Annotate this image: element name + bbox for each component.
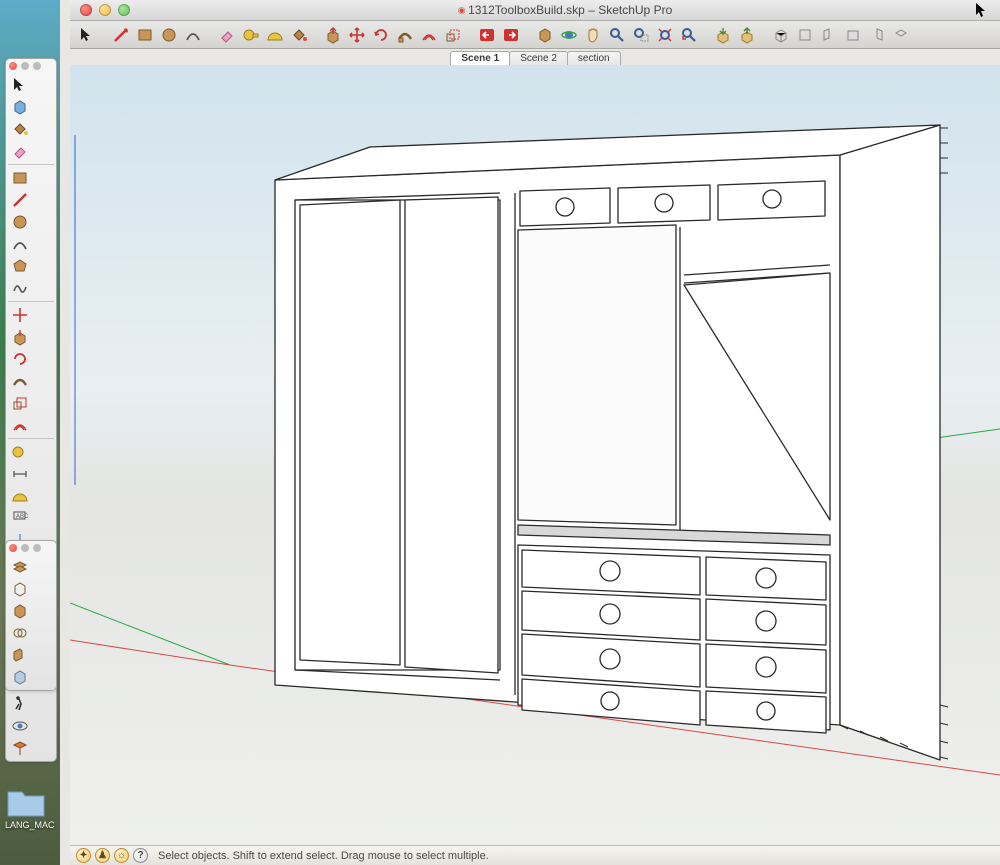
palette-close-button[interactable] xyxy=(9,62,17,70)
make-component-tool[interactable] xyxy=(8,96,32,118)
pan-tool[interactable] xyxy=(582,24,604,46)
folder-label: LANG_MAC xyxy=(5,820,55,830)
eraser-tool[interactable] xyxy=(216,24,238,46)
circle-tool[interactable] xyxy=(158,24,180,46)
pushpull-tool[interactable] xyxy=(8,326,32,348)
arc-tool[interactable] xyxy=(182,24,204,46)
palette-close-button[interactable] xyxy=(9,544,17,552)
dimension-tool[interactable] xyxy=(8,463,32,485)
credits-button[interactable]: ♟ xyxy=(95,848,110,863)
palette-minimize-button[interactable] xyxy=(21,62,29,70)
scale-tool[interactable] xyxy=(8,392,32,414)
window-titlebar: 1312ToolboxBuild.skp – SketchUp Pro xyxy=(70,0,1000,21)
view-left-button[interactable] xyxy=(890,24,912,46)
layers-palette[interactable] xyxy=(5,540,57,691)
tape-measure-tool[interactable] xyxy=(8,441,32,463)
palette-zoom-button[interactable] xyxy=(33,544,41,552)
view-top-button[interactable] xyxy=(794,24,816,46)
scene-tabs-bar: Scene 1 Scene 2 section xyxy=(70,49,1000,65)
eraser-tool[interactable] xyxy=(8,140,32,162)
paint-bucket-tool[interactable] xyxy=(8,118,32,140)
palette-zoom-button[interactable] xyxy=(33,62,41,70)
followme-tool[interactable] xyxy=(8,370,32,392)
geo-location-button[interactable]: ✦ xyxy=(76,848,91,863)
scene-tab[interactable]: Scene 2 xyxy=(509,51,568,65)
protractor-tool[interactable] xyxy=(264,24,286,46)
svg-text:ABC: ABC xyxy=(16,514,29,520)
polygon-tool[interactable] xyxy=(8,255,32,277)
claim-credit-button[interactable]: ☼ xyxy=(114,848,129,863)
status-hint: Select objects. Shift to extend select. … xyxy=(158,850,489,862)
zoom-window-button[interactable] xyxy=(118,4,130,16)
outliner-button[interactable] xyxy=(8,578,32,600)
freehand-tool[interactable] xyxy=(8,277,32,299)
window-title: 1312ToolboxBuild.skp – SketchUp Pro xyxy=(130,3,1000,17)
close-window-button[interactable] xyxy=(80,4,92,16)
walk-tool[interactable] xyxy=(8,693,32,715)
view-iso-button[interactable] xyxy=(770,24,792,46)
rotate-tool[interactable] xyxy=(8,348,32,370)
get-models-button[interactable] xyxy=(712,24,734,46)
pushpull-tool[interactable] xyxy=(322,24,344,46)
paint-bucket-tool[interactable] xyxy=(288,24,310,46)
rectangle-tool[interactable] xyxy=(8,167,32,189)
model-drawing xyxy=(70,65,1000,845)
protractor-tool[interactable] xyxy=(8,485,32,507)
orbit-tool[interactable] xyxy=(558,24,580,46)
offset-tool[interactable] xyxy=(418,24,440,46)
scene-tab[interactable]: Scene 1 xyxy=(450,51,510,65)
main-toolbar xyxy=(70,21,1000,49)
tape-measure-tool[interactable] xyxy=(240,24,262,46)
undo-button[interactable] xyxy=(476,24,498,46)
select-tool[interactable] xyxy=(76,24,98,46)
redo-button[interactable] xyxy=(500,24,522,46)
help-button[interactable]: ? xyxy=(133,848,148,863)
move-tool[interactable] xyxy=(346,24,368,46)
cursor-icon xyxy=(976,3,988,22)
scale-tool[interactable] xyxy=(442,24,464,46)
share-model-button[interactable] xyxy=(736,24,758,46)
rectangle-tool[interactable] xyxy=(134,24,156,46)
desktop-folder[interactable]: LANG_MAC xyxy=(5,784,47,830)
move-tool[interactable] xyxy=(8,304,32,326)
lookaround-tool[interactable] xyxy=(8,715,32,737)
view-front-button[interactable] xyxy=(818,24,840,46)
followme-tool[interactable] xyxy=(394,24,416,46)
view-right-button[interactable] xyxy=(842,24,864,46)
make-component-button[interactable] xyxy=(534,24,556,46)
intersect-button[interactable] xyxy=(8,622,32,644)
line-tool[interactable] xyxy=(8,189,32,211)
scene-tab[interactable]: section xyxy=(567,51,621,65)
select-tool[interactable] xyxy=(8,74,32,96)
minimize-window-button[interactable] xyxy=(99,4,111,16)
previous-view-tool[interactable] xyxy=(678,24,700,46)
offset-tool[interactable] xyxy=(8,414,32,436)
palette-minimize-button[interactable] xyxy=(21,544,29,552)
line-tool[interactable] xyxy=(110,24,132,46)
solid-tools-button[interactable] xyxy=(8,600,32,622)
arc-tool[interactable] xyxy=(8,233,32,255)
zoom-window-tool[interactable] xyxy=(630,24,652,46)
rotate-tool[interactable] xyxy=(370,24,392,46)
circle-tool[interactable] xyxy=(8,211,32,233)
section-plane-tool[interactable] xyxy=(8,737,32,759)
text-tool[interactable]: ABC xyxy=(8,507,32,529)
view-back-button[interactable] xyxy=(866,24,888,46)
status-bar: ✦ ♟ ☼ ? Select objects. Shift to extend … xyxy=(70,845,1000,865)
subtract-button[interactable] xyxy=(8,644,32,666)
folder-icon xyxy=(5,784,47,818)
zoom-tool[interactable] xyxy=(606,24,628,46)
trim-button[interactable] xyxy=(8,666,32,688)
zoom-extents-tool[interactable] xyxy=(654,24,676,46)
layers-button[interactable] xyxy=(8,556,32,578)
model-viewport[interactable] xyxy=(70,65,1000,845)
